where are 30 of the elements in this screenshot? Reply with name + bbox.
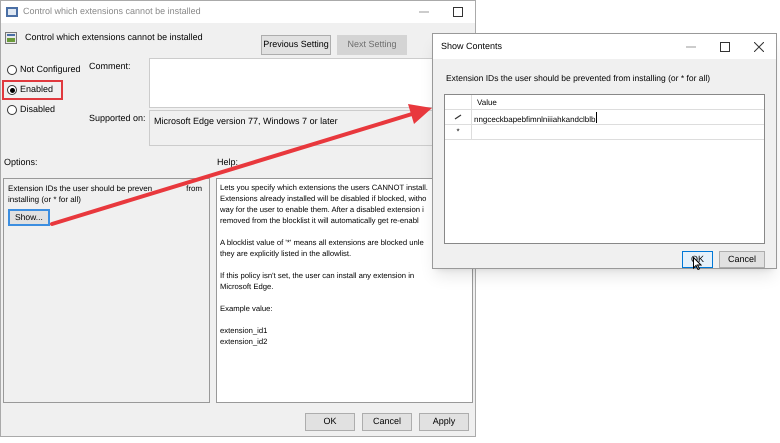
dialog-button[interactable]: Cancel <box>362 412 412 430</box>
policy-icon <box>5 32 17 44</box>
options-description: from <box>186 182 202 194</box>
maximize-icon[interactable] <box>453 7 463 17</box>
radio-option[interactable]: Not Configured <box>4 62 89 78</box>
window-title: Control which extensions cannot be installed <box>23 5 201 18</box>
show-button[interactable]: Show... <box>8 208 50 226</box>
policy-name: Control which extensions cannot be installed <box>25 31 203 44</box>
row-marker: * <box>456 126 460 138</box>
comment-label: Comment: <box>89 60 132 73</box>
supported-on-label: Supported on: <box>89 112 147 125</box>
options-description: Extension IDs the user should be preven <box>8 182 152 194</box>
help-label: Help: <box>217 156 238 169</box>
pencil-icon <box>454 114 462 120</box>
close-icon[interactable] <box>754 42 764 52</box>
radio-option[interactable]: Disabled <box>4 102 64 118</box>
cursor-icon <box>693 257 702 270</box>
policy-icon <box>5 6 19 18</box>
dialog-button[interactable]: OK <box>305 412 355 430</box>
maximize-icon[interactable] <box>720 42 730 52</box>
cancel-button[interactable]: Cancel <box>718 250 765 268</box>
dialog-button[interactable]: Apply <box>419 412 469 430</box>
previous-setting-button[interactable]: Previous Setting <box>261 35 331 55</box>
options-description: installing (or * for all) <box>8 194 82 204</box>
column-header: Value <box>476 96 497 109</box>
value-cell[interactable]: nngceckbapebfimnlniiiahkandclblb <box>472 112 598 123</box>
dialog-title: Show Contents <box>441 40 502 53</box>
options-label: Options: <box>4 156 39 169</box>
dialog-prompt: Extension IDs the user should be prevented from installing (or * for all) <box>445 72 712 85</box>
radio-option[interactable]: Enabled <box>4 82 62 98</box>
